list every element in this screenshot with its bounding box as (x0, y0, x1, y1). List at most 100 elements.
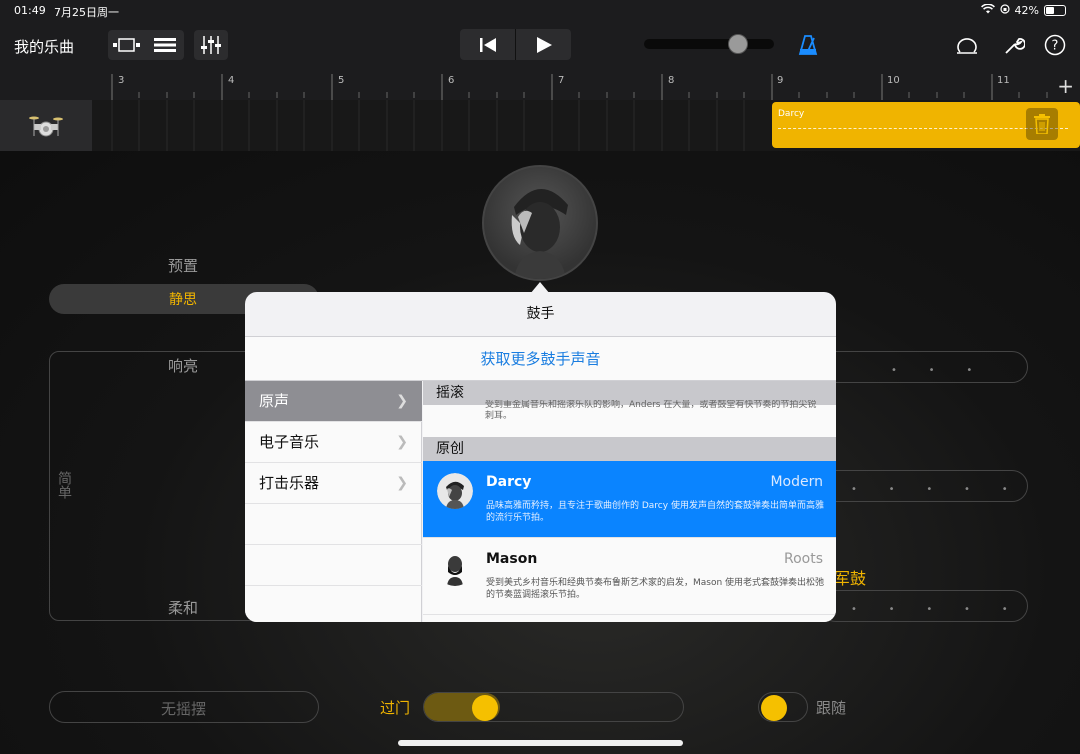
drummer-row-darcy[interactable]: Darcy Modern 品味高雅而矜持，且专注于歌曲创作的 Darcy 使用发… (423, 461, 836, 538)
metronome-button[interactable] (796, 33, 820, 57)
drummer-avatar-darcy (437, 473, 473, 509)
drummer-name: Mason (486, 551, 538, 567)
loop-browser-button[interactable] (955, 33, 979, 57)
drummer-name: Darcy (486, 474, 532, 490)
swing-value: 无摇摆 (161, 700, 207, 718)
fill-slider-knob[interactable] (472, 695, 498, 721)
preset-label: 预置 (168, 257, 199, 275)
follow-label: 跟随 (816, 699, 847, 717)
drummer-avatar-icon (437, 550, 473, 586)
view-toggle (108, 30, 184, 60)
bar-number: 11 (997, 75, 1010, 86)
follow-toggle-knob (761, 695, 787, 721)
battery-percent: 42% (1014, 4, 1039, 17)
battery-icon (1044, 5, 1066, 16)
drummer-row-mason[interactable]: Mason Roots 受到美式乡村音乐和经典节奏布鲁斯艺术家的启发，Mason… (423, 538, 836, 615)
genre-item-empty (245, 504, 422, 545)
bar-number: 3 (118, 75, 125, 86)
trash-icon (1034, 114, 1050, 134)
svg-text:?: ? (1052, 39, 1059, 54)
chevron-right-icon: ❯ (396, 393, 408, 409)
instrument-rail-2[interactable]: • • • • • (820, 470, 1028, 502)
follow-toggle[interactable] (758, 692, 808, 722)
section-header-original: 原创 (423, 437, 836, 461)
mixer-button[interactable] (194, 30, 228, 60)
drummer-picker-popover: 鼓手 获取更多鼓手声音 原声 ❯ 电子音乐 ❯ 打击乐器 ❯ 摇滚 受到重金属音… (245, 292, 836, 622)
mixer-icon (201, 36, 221, 54)
bar-number: 5 (338, 75, 345, 86)
drummer-avatar-button[interactable] (482, 165, 598, 281)
drummer-region[interactable]: Darcy (772, 102, 1080, 148)
drummer-list[interactable]: 摇滚 受到重金属音乐和摇滚乐队的影响，Anders 在大量，或者鼓堂有快节奏的节… (423, 381, 836, 622)
bar-number: 7 (558, 75, 565, 86)
drum-kit-icon (29, 116, 63, 136)
get-more-drummers-link[interactable]: 获取更多鼓手声音 (245, 337, 836, 381)
loop-icon (957, 38, 977, 54)
bar-number: 4 (228, 75, 235, 86)
track-header[interactable] (0, 100, 92, 151)
fill-slider[interactable] (423, 692, 684, 722)
my-songs-button[interactable]: 我的乐曲 (14, 36, 74, 57)
drummer-avatar-mason (437, 550, 473, 586)
bar-number: 10 (887, 75, 900, 86)
chevron-right-icon: ❯ (396, 475, 408, 491)
genre-item-acoustic[interactable]: 原声 ❯ (245, 381, 422, 422)
status-right: 42% (980, 3, 1066, 17)
rail-dots: • • • • • (851, 484, 1008, 495)
region-pattern (778, 128, 1068, 134)
rail-dots: • • • (891, 365, 973, 376)
master-volume-slider[interactable] (644, 39, 774, 49)
drummer-style: Modern (770, 474, 823, 490)
wrench-icon (1005, 38, 1025, 54)
toolbar: 我的乐曲 ? (0, 22, 1080, 74)
home-indicator[interactable] (398, 740, 683, 746)
track-grid (111, 100, 745, 151)
pad-loud-label: 响亮 (168, 357, 199, 375)
help-icon: ? (1044, 34, 1066, 56)
drummer-description: 品味高雅而矜持，且专注于歌曲创作的 Darcy 使用发声自然的套鼓弹奏出简单而高… (486, 501, 824, 523)
rail-dots: • • • • • (851, 604, 1008, 615)
pad-simple-label: 简单 (56, 471, 72, 499)
bar-number: 8 (668, 75, 675, 86)
add-section-button[interactable]: + (1057, 74, 1074, 98)
instrument-rail-1[interactable]: • • • (820, 351, 1028, 383)
genre-item-label: 打击乐器 (259, 474, 320, 492)
wifi-icon (980, 3, 995, 17)
genre-item-empty (245, 545, 422, 586)
metronome-icon (798, 35, 818, 55)
play-button[interactable] (516, 29, 571, 60)
ruler-ticks (111, 74, 1048, 100)
orientation-lock-icon (999, 4, 1010, 17)
genre-item-label: 原声 (259, 392, 290, 410)
delete-region-button[interactable] (1026, 108, 1058, 140)
instrument-view-button[interactable] (108, 30, 146, 60)
ruler-header (0, 74, 92, 100)
status-date: 7月25日周一 (54, 6, 119, 19)
chevron-right-icon: ❯ (396, 434, 408, 450)
tracks-view-button[interactable] (146, 30, 184, 60)
drummer-track: Darcy (0, 100, 1080, 151)
genre-list: 原声 ❯ 电子音乐 ❯ 打击乐器 ❯ (245, 381, 422, 622)
timeline-ruler[interactable]: 3 4 5 6 7 8 9 10 11 + (0, 74, 1080, 100)
drummer-portrait-icon (511, 188, 568, 279)
swing-selector[interactable]: 无摇摆 (49, 691, 319, 723)
rewind-icon (479, 37, 496, 52)
snare-rail[interactable]: • • • • • (820, 590, 1028, 622)
genre-item-label: 电子音乐 (259, 433, 320, 451)
play-icon (536, 36, 552, 53)
settings-button[interactable] (1002, 33, 1026, 57)
popover-title: 鼓手 (245, 292, 836, 337)
drummer-description: 受到美式乡村音乐和经典节奏布鲁斯艺术家的启发，Mason 使用老式套鼓弹奏出松弛… (486, 578, 825, 600)
pad-soft-label: 柔和 (168, 599, 199, 617)
region-label: Darcy (778, 109, 805, 119)
bar-number: 9 (777, 75, 784, 86)
drummer-avatar-icon (437, 473, 473, 509)
help-button[interactable]: ? (1043, 33, 1067, 57)
fill-label: 过门 (380, 699, 411, 717)
bar-number: 6 (448, 75, 455, 86)
rewind-button[interactable] (460, 29, 516, 60)
status-time: 01:49 (14, 4, 46, 17)
master-volume-knob[interactable] (728, 34, 748, 54)
genre-item-electronic[interactable]: 电子音乐 ❯ (245, 422, 422, 463)
genre-item-percussion[interactable]: 打击乐器 ❯ (245, 463, 422, 504)
